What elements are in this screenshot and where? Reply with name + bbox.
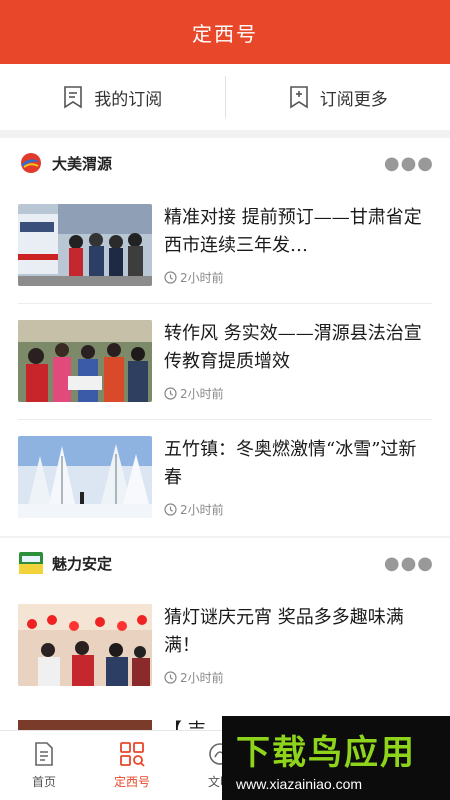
news-thumbnail-crowd-outdoor (18, 320, 152, 402)
news-headline: 精准对接 提前预订——甘肃省定西市连续三年发… (164, 207, 422, 256)
my-subscriptions-label: 我的订阅 (94, 89, 163, 110)
news-headline: 转作风 务实效——渭源县法治宣传教育提质增效 (164, 323, 422, 372)
news-meta: 2小时前 (164, 269, 432, 286)
watermark-url: www.xiazainiao.com (236, 775, 363, 792)
news-item[interactable]: 转作风 务实效——渭源县法治宣传教育提质增效 2小时前 (0, 304, 450, 420)
channel-name: 魅力安定 (52, 554, 113, 573)
channel-name: 大美渭源 (52, 154, 113, 173)
news-item[interactable]: 猜灯谜庆元宵 奖品多多趣味满满！ 2小时前 (0, 588, 450, 704)
news-headline: 猜灯谜庆元宵 奖品多多趣味满满！ (164, 607, 404, 656)
tab-dingxihao-label: 定西号 (113, 775, 150, 789)
meili-anding-logo-icon (18, 552, 44, 574)
subscription-bar: 我的订阅 订阅更多 (0, 64, 450, 130)
tab-dingxihao[interactable]: 定西号 (88, 731, 176, 800)
news-item[interactable]: 精准对接 提前预订——甘肃省定西市连续三年发… 2小时前 (0, 188, 450, 304)
watermark-main-text: 下载鸟应用 (236, 732, 416, 773)
news-item[interactable]: 五竹镇：冬奥燃激情“冰雪”过新春 2小时前 (0, 420, 450, 536)
news-meta: 2小时前 (164, 385, 432, 402)
clock-icon (164, 671, 177, 684)
subscribe-more-label: 订阅更多 (319, 89, 388, 110)
news-thumbnail-lantern-festival (18, 604, 152, 686)
channel-section-anding: 魅力安定 ●●● 猜灯谜庆元宵 奖品多多趣味满满！ 2小时前 (0, 538, 450, 704)
tab-home-label: 首页 (31, 775, 56, 789)
more-options-icon[interactable]: ●●● (384, 553, 434, 574)
app-header: 定西号 (0, 0, 450, 64)
news-headline: 五竹镇：冬奥燃激情“冰雪”过新春 (164, 439, 417, 488)
news-time: 2小时前 (180, 503, 224, 517)
channel-section-daimei: 大美渭源 ●●● 精准对接 提前预订——甘肃省定西市连续三年发… 2小时前 转作… (0, 138, 450, 536)
page-title: 定西号 (192, 21, 258, 46)
daimei-weiyuan-logo-icon (18, 152, 44, 174)
news-meta: 2小时前 (164, 501, 432, 518)
news-meta: 2小时前 (164, 669, 432, 686)
tab-home[interactable]: 首页 (0, 731, 88, 800)
news-thumbnail-snow-forest (18, 436, 152, 518)
clock-icon (164, 387, 177, 400)
channel-header[interactable]: 大美渭源 ●●● (0, 138, 450, 188)
bookmark-list-icon (64, 86, 83, 109)
watermark-logo: 下载鸟应用 www.xiazainiao.com (222, 716, 450, 800)
news-time: 2小时前 (180, 387, 224, 401)
bookmark-add-icon (289, 86, 308, 109)
news-thumbnail-train-station (18, 204, 152, 286)
my-subscriptions-button[interactable]: 我的订阅 (0, 64, 225, 130)
document-icon (35, 742, 53, 766)
clock-icon (164, 271, 177, 284)
news-time: 2小时前 (180, 671, 224, 685)
grid-search-icon (120, 742, 145, 767)
news-time: 2小时前 (180, 271, 224, 285)
channel-header[interactable]: 魅力安定 ●●● (0, 538, 450, 588)
subscribe-more-button[interactable]: 订阅更多 (226, 64, 450, 130)
clock-icon (164, 503, 177, 516)
more-options-icon[interactable]: ●●● (384, 153, 434, 174)
